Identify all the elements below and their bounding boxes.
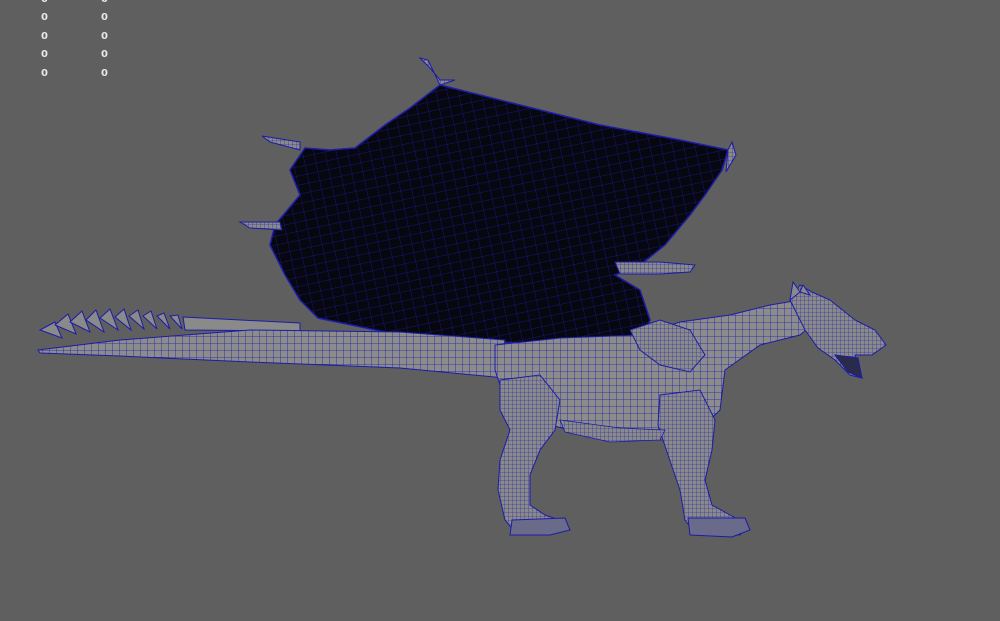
front-claws xyxy=(687,517,751,538)
wing-membrane xyxy=(269,84,729,346)
rear-claws xyxy=(509,517,571,536)
jaw xyxy=(833,354,863,379)
wing-thumb xyxy=(614,261,696,275)
wing-claw xyxy=(418,57,456,86)
rear-leg xyxy=(497,374,566,533)
front-leg xyxy=(657,389,749,536)
dragon-mesh[interactable] xyxy=(0,0,1000,621)
wing-claw xyxy=(238,221,283,231)
3d-viewport[interactable]: 0 0 0 0 0 0 0 0 0 0 xyxy=(0,0,1000,621)
wing-claw xyxy=(261,135,301,151)
wing-claw xyxy=(725,140,737,173)
tail xyxy=(37,329,506,379)
